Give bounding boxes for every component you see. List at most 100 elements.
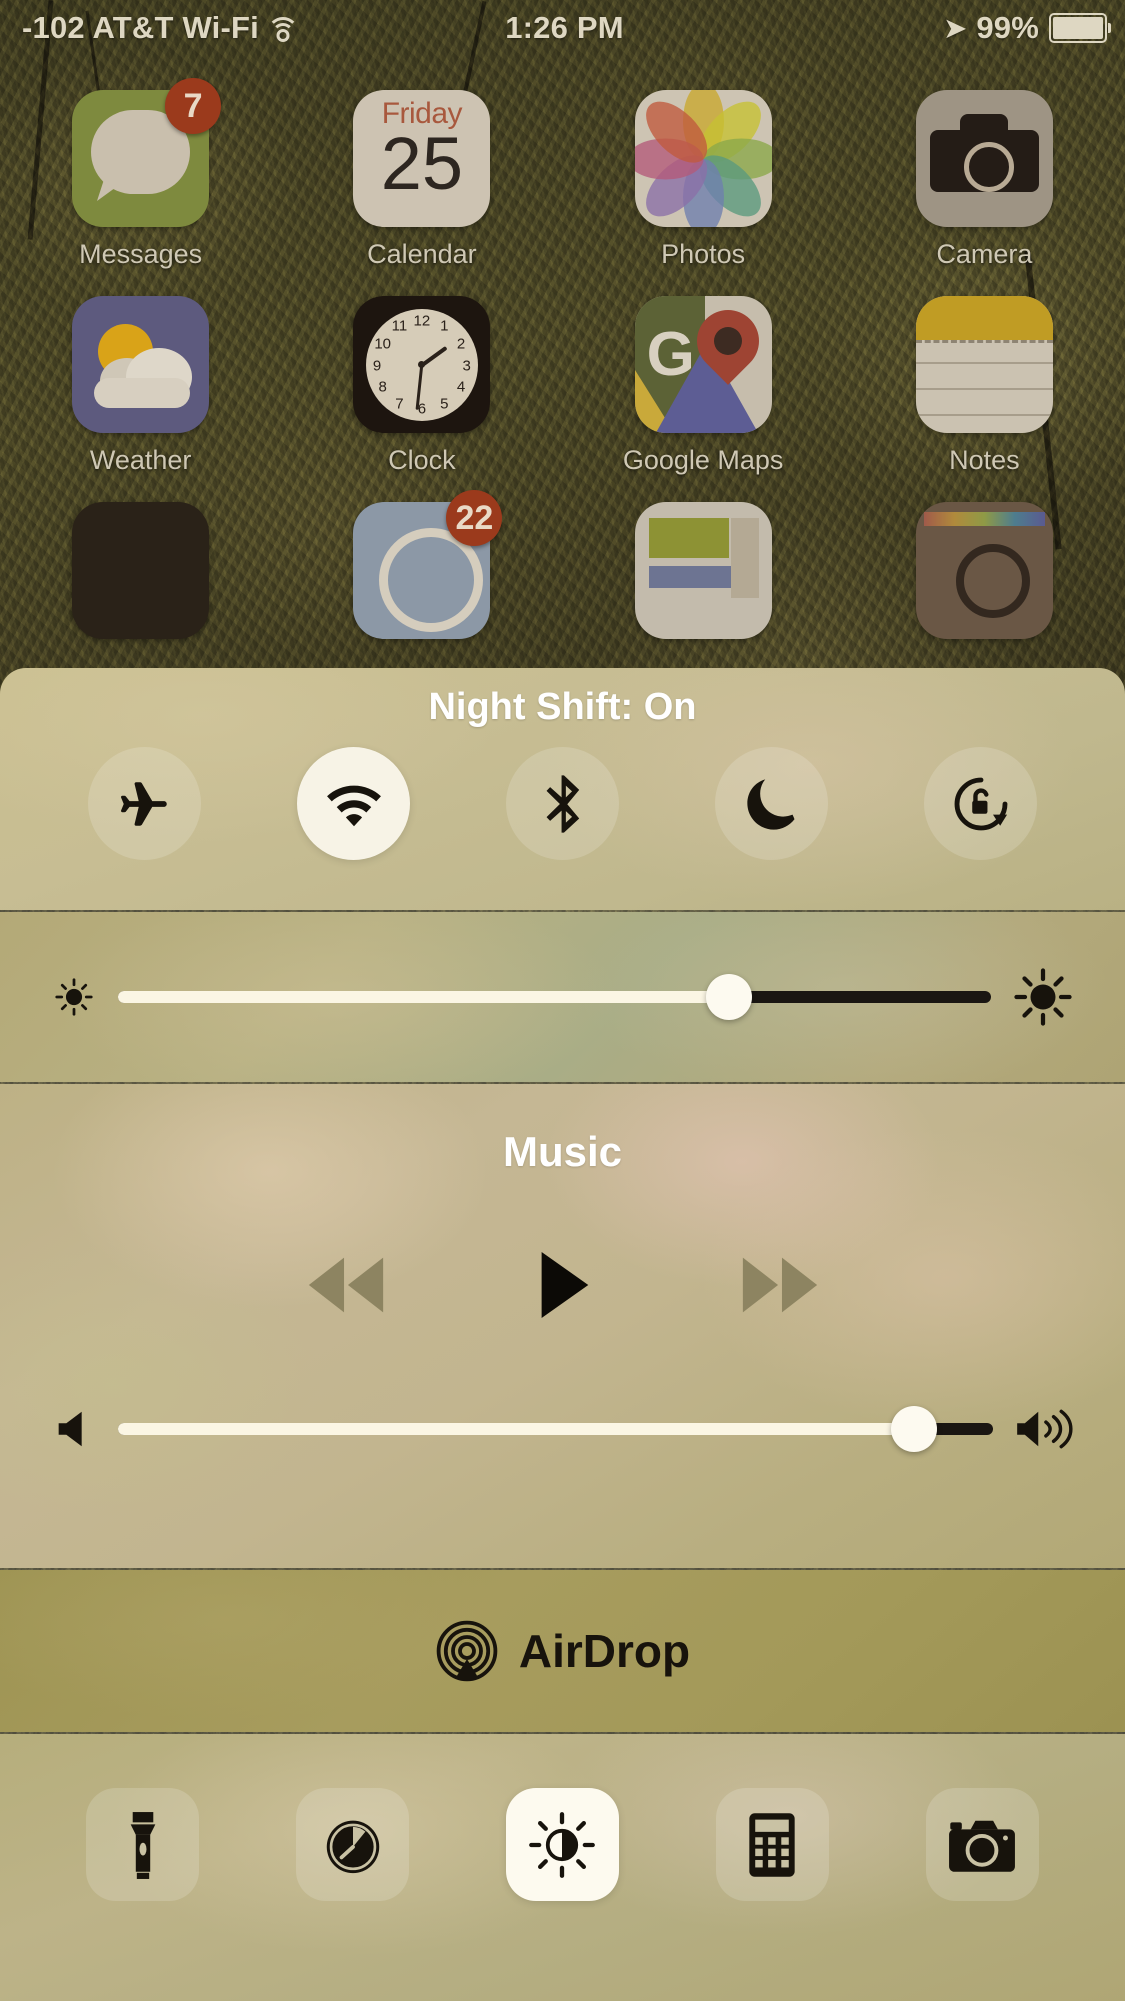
status-bar: -102 AT&T Wi-Fi 1:26 PM ➤ 99%	[0, 0, 1125, 56]
media-transport-controls	[0, 1250, 1125, 1320]
brightness-slider-fill	[118, 991, 730, 1003]
status-bar-left: -102 AT&T Wi-Fi	[0, 10, 423, 46]
rotation-lock-toggle[interactable]	[924, 747, 1037, 860]
app-label: Google Maps	[622, 445, 784, 475]
control-center-panel: Night Shift: On Music AirDrop	[0, 668, 1125, 2001]
bluetooth-icon	[546, 774, 579, 833]
fast-forward-icon	[742, 1257, 817, 1313]
next-track-button[interactable]	[737, 1253, 823, 1317]
volume-slider-row	[0, 1406, 1125, 1452]
bluetooth-toggle[interactable]	[506, 747, 619, 860]
podcasts-badge: 22	[446, 490, 503, 546]
airdrop-label: AirDrop	[518, 1625, 691, 1677]
timer-button[interactable]	[296, 1788, 410, 1901]
camera-button[interactable]	[925, 1788, 1039, 1901]
do-not-disturb-toggle[interactable]	[715, 747, 828, 860]
app-label: Calendar	[367, 239, 477, 269]
airdrop-row[interactable]: AirDrop	[0, 1570, 1125, 1732]
camera-icon	[949, 1820, 1016, 1872]
night-shift-icon	[529, 1811, 596, 1878]
brightness-high-icon	[1014, 968, 1072, 1026]
status-bar-right: ➤ 99%	[706, 10, 1125, 46]
books-icon	[72, 502, 210, 639]
app-label: Weather	[89, 445, 192, 475]
night-shift-button[interactable]	[505, 1788, 619, 1901]
wifi-toggle[interactable]	[297, 747, 410, 860]
app-weather[interactable]: Weather	[0, 296, 281, 476]
google-maps-icon: G	[634, 296, 772, 433]
weather-icon	[72, 296, 210, 433]
clock-icon: 12 1 2 3 4 5 6 7 8 9 10 11	[353, 296, 491, 433]
home-icon-row-2: Weather 12 1 2 3 4 5 6 7 8 9 10 11 Clock…	[0, 296, 1125, 476]
control-center-toggles-section: Night Shift: On	[0, 668, 1125, 910]
play-button[interactable]	[535, 1250, 591, 1320]
iphone-screen: -102 AT&T Wi-Fi 1:26 PM ➤ 99% 7 Messages…	[0, 0, 1125, 2001]
app-instagram[interactable]	[844, 502, 1125, 639]
wifi-icon	[326, 785, 381, 826]
volume-slider-fill	[118, 1423, 915, 1435]
calendar-date: 25	[380, 122, 464, 205]
status-bar-center: 1:26 PM	[423, 10, 705, 46]
app-podcasts[interactable]: 22	[281, 490, 562, 639]
brightness-section	[0, 912, 1125, 1082]
night-shift-status-title: Night Shift: On	[428, 686, 697, 728]
moon-icon	[746, 778, 794, 830]
previous-track-button[interactable]	[303, 1253, 389, 1317]
toggle-row	[0, 747, 1125, 860]
messages-badge: 7	[165, 78, 222, 134]
news-icon	[634, 502, 772, 639]
music-title: Music	[502, 1128, 623, 1175]
google-g-glyph: G	[646, 320, 695, 389]
app-label: Notes	[949, 445, 1020, 475]
clock-label: 1:26 PM	[505, 10, 624, 45]
camera-icon	[915, 90, 1053, 227]
shortcut-row	[0, 1734, 1125, 1901]
app-label: Camera	[936, 239, 1033, 269]
shortcuts-section	[0, 1734, 1125, 2001]
app-messages[interactable]: 7 Messages	[0, 78, 281, 270]
flashlight-button[interactable]	[86, 1788, 200, 1901]
app-label: Clock	[388, 445, 456, 475]
rewind-icon	[308, 1257, 383, 1313]
volume-slider[interactable]	[118, 1406, 993, 1452]
music-section: Music	[0, 1084, 1125, 1568]
timer-icon	[326, 1820, 379, 1873]
carrier-signal-label: -102 AT&T Wi-Fi	[22, 10, 259, 45]
home-icon-row-3: 22	[0, 490, 1125, 639]
brightness-slider[interactable]	[118, 974, 991, 1020]
app-label: Photos	[661, 239, 746, 269]
brightness-slider-row	[0, 912, 1125, 1082]
rotation-lock-icon	[954, 777, 1007, 830]
calendar-icon: Friday 25	[353, 90, 491, 227]
app-clock[interactable]: 12 1 2 3 4 5 6 7 8 9 10 11 Clock	[281, 296, 562, 476]
airplane-mode-toggle[interactable]	[88, 747, 201, 860]
airdrop-section[interactable]: AirDrop	[0, 1570, 1125, 1732]
app-photos[interactable]: Photos	[563, 90, 844, 270]
calculator-button[interactable]	[715, 1788, 829, 1901]
photos-icon	[634, 90, 772, 227]
notes-icon	[915, 296, 1053, 433]
app-camera[interactable]: Camera	[844, 90, 1125, 270]
flashlight-icon	[130, 1811, 156, 1879]
home-icon-row-1: 7 Messages Friday 25 Calendar Photos Cam…	[0, 78, 1125, 270]
airplane-icon	[120, 781, 167, 826]
location-arrow-icon: ➤	[944, 12, 967, 43]
wifi-icon	[266, 16, 299, 42]
play-icon	[541, 1251, 588, 1319]
speaker-wave-icon	[1017, 1409, 1073, 1449]
calculator-icon	[749, 1812, 795, 1877]
app-google-maps[interactable]: G Google Maps	[563, 296, 844, 476]
volume-slider-thumb[interactable]	[891, 1406, 938, 1452]
battery-percent-label: 99%	[976, 10, 1039, 45]
app-label: Messages	[79, 239, 203, 269]
battery-icon	[1049, 13, 1111, 43]
instagram-icon	[915, 502, 1053, 639]
speaker-icon	[58, 1411, 82, 1447]
airdrop-icon	[436, 1620, 498, 1682]
app-books[interactable]	[0, 502, 281, 639]
app-news[interactable]	[563, 502, 844, 639]
app-calendar[interactable]: Friday 25 Calendar	[281, 90, 562, 270]
app-notes[interactable]: Notes	[844, 296, 1125, 476]
brightness-slider-thumb[interactable]	[706, 974, 753, 1020]
brightness-low-icon	[55, 978, 93, 1016]
